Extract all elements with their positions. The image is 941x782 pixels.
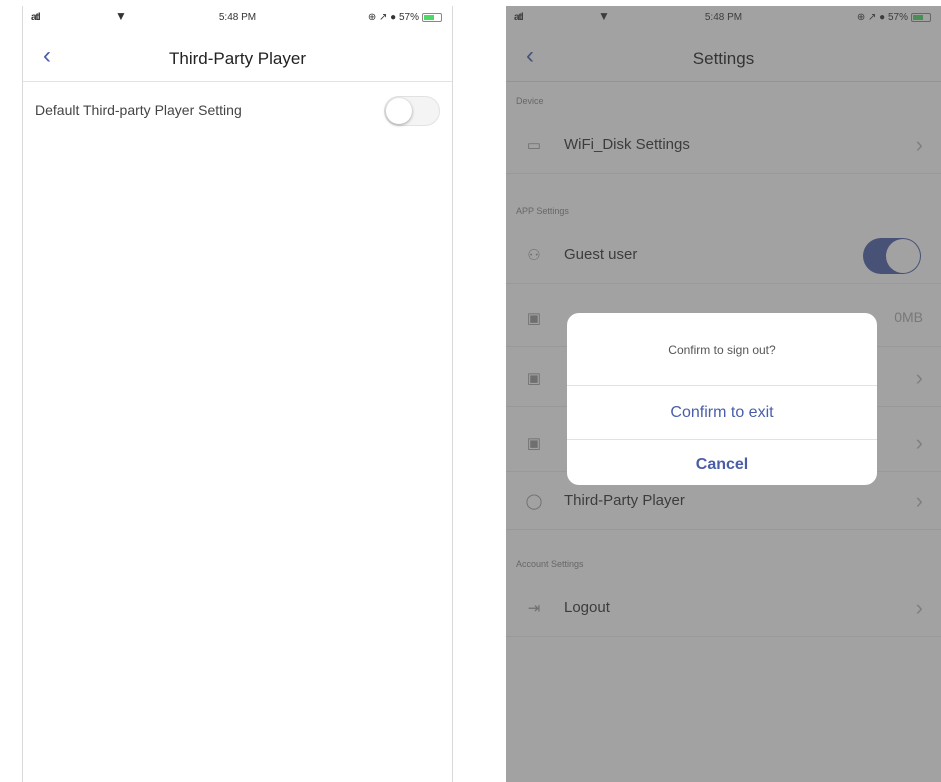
- nav-bar: ‹ Third-Party Player: [23, 36, 452, 82]
- dialog-message: Confirm to sign out?: [668, 343, 776, 357]
- default-player-setting-row: Default Third-party Player Setting: [23, 84, 452, 140]
- default-player-setting-label: Default Third-party Player Setting: [35, 102, 242, 118]
- status-bar: atl ▼ 5:48 PM ⊕ ↗ ● 57%: [23, 6, 452, 32]
- page-title: Third-Party Player: [169, 49, 306, 68]
- status-indicators: ⊕ ↗ ● 57%: [368, 12, 442, 23]
- status-indicator-text: ⊕ ↗ ● 57%: [367, 12, 419, 23]
- dialog-divider: [567, 385, 877, 386]
- default-player-toggle[interactable]: [384, 96, 440, 126]
- settings-screen: atl ▼ 5:48 PM ⊕ ↗ ● 57% ‹ Settings Devic…: [506, 6, 941, 782]
- confirm-exit-button[interactable]: Confirm to exit: [567, 387, 877, 439]
- cancel-button[interactable]: Cancel: [567, 439, 877, 485]
- toggle-knob: [386, 98, 412, 124]
- battery-icon: [422, 13, 442, 22]
- third-party-player-screen: atl ▼ 5:48 PM ⊕ ↗ ● 57% ‹ Third-Party Pl…: [22, 6, 453, 782]
- sign-out-dialog: Confirm to sign out? Confirm to exit Can…: [567, 313, 877, 485]
